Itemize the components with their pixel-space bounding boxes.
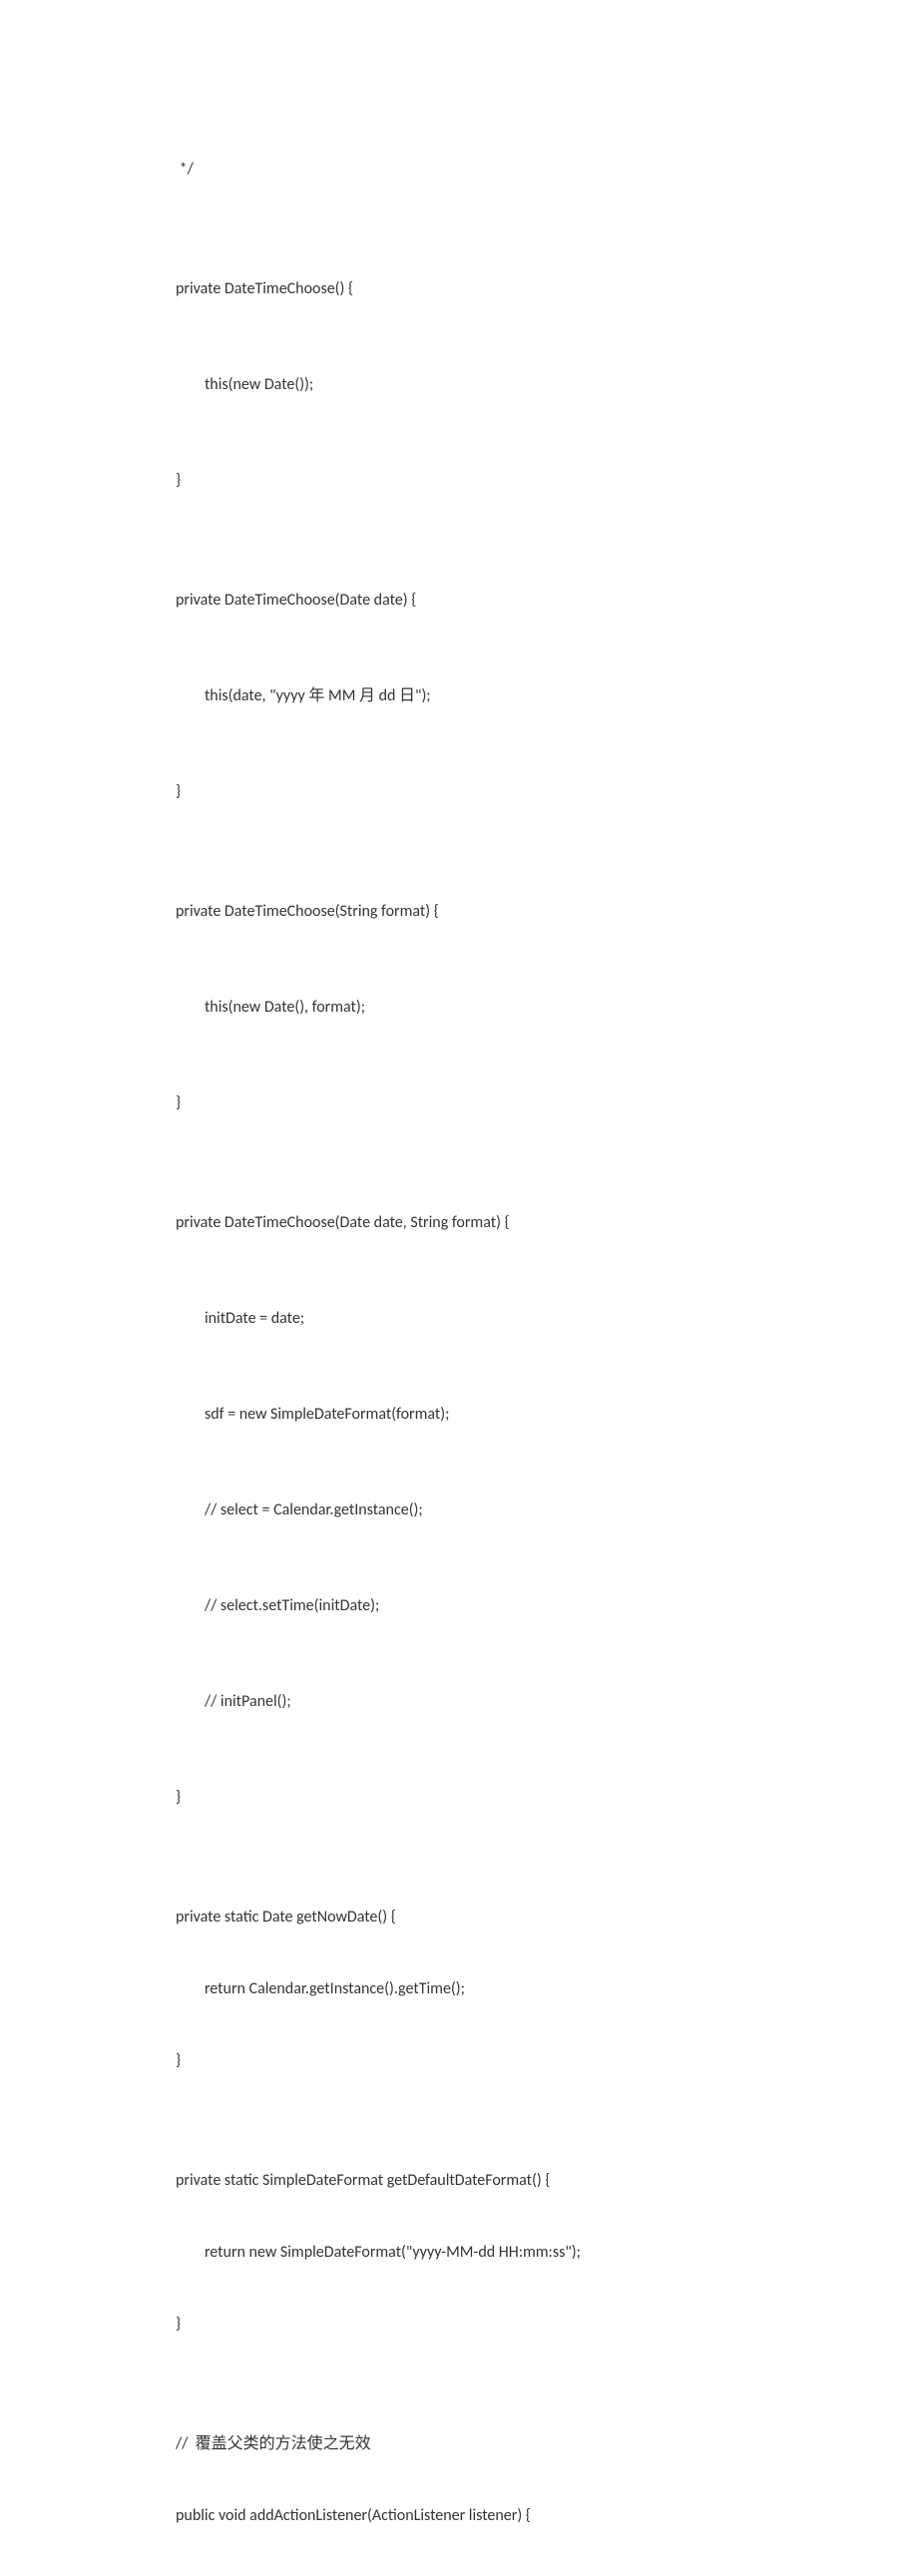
code-line: } xyxy=(176,2049,918,2073)
code-line: // select = Calendar.getInstance(); xyxy=(176,1499,918,1522)
code-line: private DateTimeChoose() { xyxy=(176,277,918,301)
document-page: */ private DateTimeChoose() { this(new D… xyxy=(0,0,918,2576)
code-line: private DateTimeChoose(Date date, String… xyxy=(176,1211,918,1235)
code-line: } xyxy=(176,1091,918,1115)
code-line: public void addActionListener(ActionList… xyxy=(176,2504,918,2528)
code-line: sdf = new SimpleDateFormat(format); xyxy=(176,1403,918,1427)
code-line: private DateTimeChoose(Date date) { xyxy=(176,589,918,613)
code-line: */ xyxy=(176,158,918,182)
code-line: this(date, "yyyy 年 MM 月 dd 日"); xyxy=(176,684,918,708)
code-line: // select.setTime(initDate); xyxy=(176,1594,918,1618)
code-line: // 覆盖父类的方法使之无效 xyxy=(176,2432,918,2456)
code-line: return Calendar.getInstance().getTime(); xyxy=(176,1977,918,2001)
code-block: */ private DateTimeChoose() { this(new D… xyxy=(176,110,918,2576)
code-line: return new SimpleDateFormat("yyyy-MM-dd … xyxy=(176,2241,918,2265)
code-line: } xyxy=(176,2313,918,2337)
code-line: } xyxy=(176,780,918,804)
code-line: private static SimpleDateFormat getDefau… xyxy=(176,2169,918,2193)
code-line: // initPanel(); xyxy=(176,1690,918,1714)
code-line: initDate = date; xyxy=(176,1307,918,1331)
code-line: private DateTimeChoose(String format) { xyxy=(176,900,918,924)
code-line: this(new Date(), format); xyxy=(176,996,918,1020)
code-line: } xyxy=(176,469,918,493)
code-line: this(new Date()); xyxy=(176,373,918,397)
code-line: private static Date getNowDate() { xyxy=(176,1906,918,1930)
code-line: } xyxy=(176,1786,918,1810)
